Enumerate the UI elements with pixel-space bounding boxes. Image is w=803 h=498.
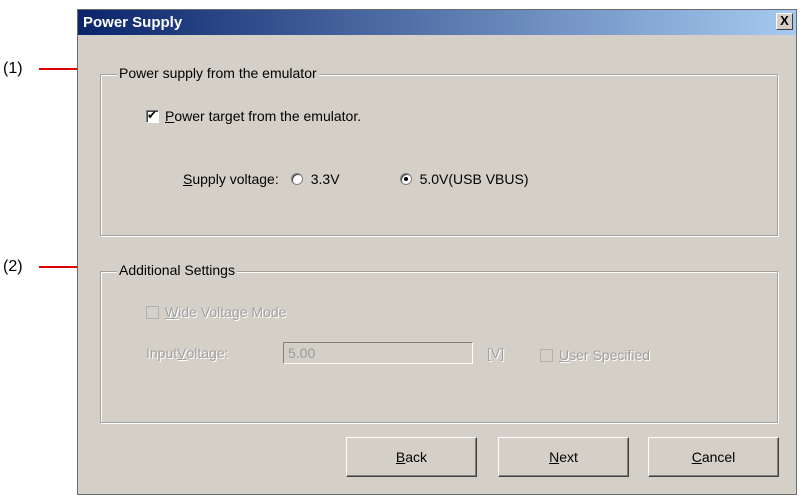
wide-voltage-label: Wide Voltage Mode [165,304,287,320]
supply-voltage-row: Supply voltage: 3.3V 5.0V(USB VBUS) [183,171,529,187]
close-button[interactable]: X [776,13,793,30]
power-supply-dialog: Power Supply X Power supply from the emu… [77,9,797,495]
user-specified-label: User Specified [559,347,651,363]
user-specified-checkbox[interactable] [540,348,553,362]
radio-5-0v[interactable] [399,173,412,185]
radio-3-3v-label[interactable]: 3.3V [311,171,340,187]
callout-number: (2) [3,258,23,275]
cancel-button[interactable]: Cancel [648,437,779,477]
supply-voltage-label: Supply voltage: [183,171,279,187]
user-specified-row[interactable]: User Specified [540,347,650,363]
voltage-unit: [V] [487,345,505,361]
wide-voltage-row[interactable]: Wide Voltage Mode [146,304,286,320]
group-legend: Additional Settings [117,262,237,278]
radio-5-0v-label[interactable]: 5.0V(USB VBUS) [420,171,529,187]
next-button[interactable]: Next [498,437,629,477]
power-target-checkbox-row[interactable]: Power target from the emulator. [146,108,361,124]
wide-voltage-checkbox[interactable] [146,305,159,319]
power-target-label: Power target from the emulator. [165,108,362,124]
input-voltage-field[interactable]: 5.00 [283,342,473,364]
power-supply-group: Power supply from the emulator [100,65,778,236]
close-icon: X [780,13,789,28]
power-target-checkbox[interactable] [146,108,159,123]
dialog-title: Power Supply [83,14,183,31]
callout-number: (1) [3,60,23,77]
radio-3-3v[interactable] [290,173,303,185]
back-button[interactable]: Back [346,437,477,477]
input-voltage-label: Input Voltage: [146,345,229,361]
group-legend: Power supply from the emulator [117,65,319,81]
title-bar[interactable]: Power Supply X [78,10,796,35]
